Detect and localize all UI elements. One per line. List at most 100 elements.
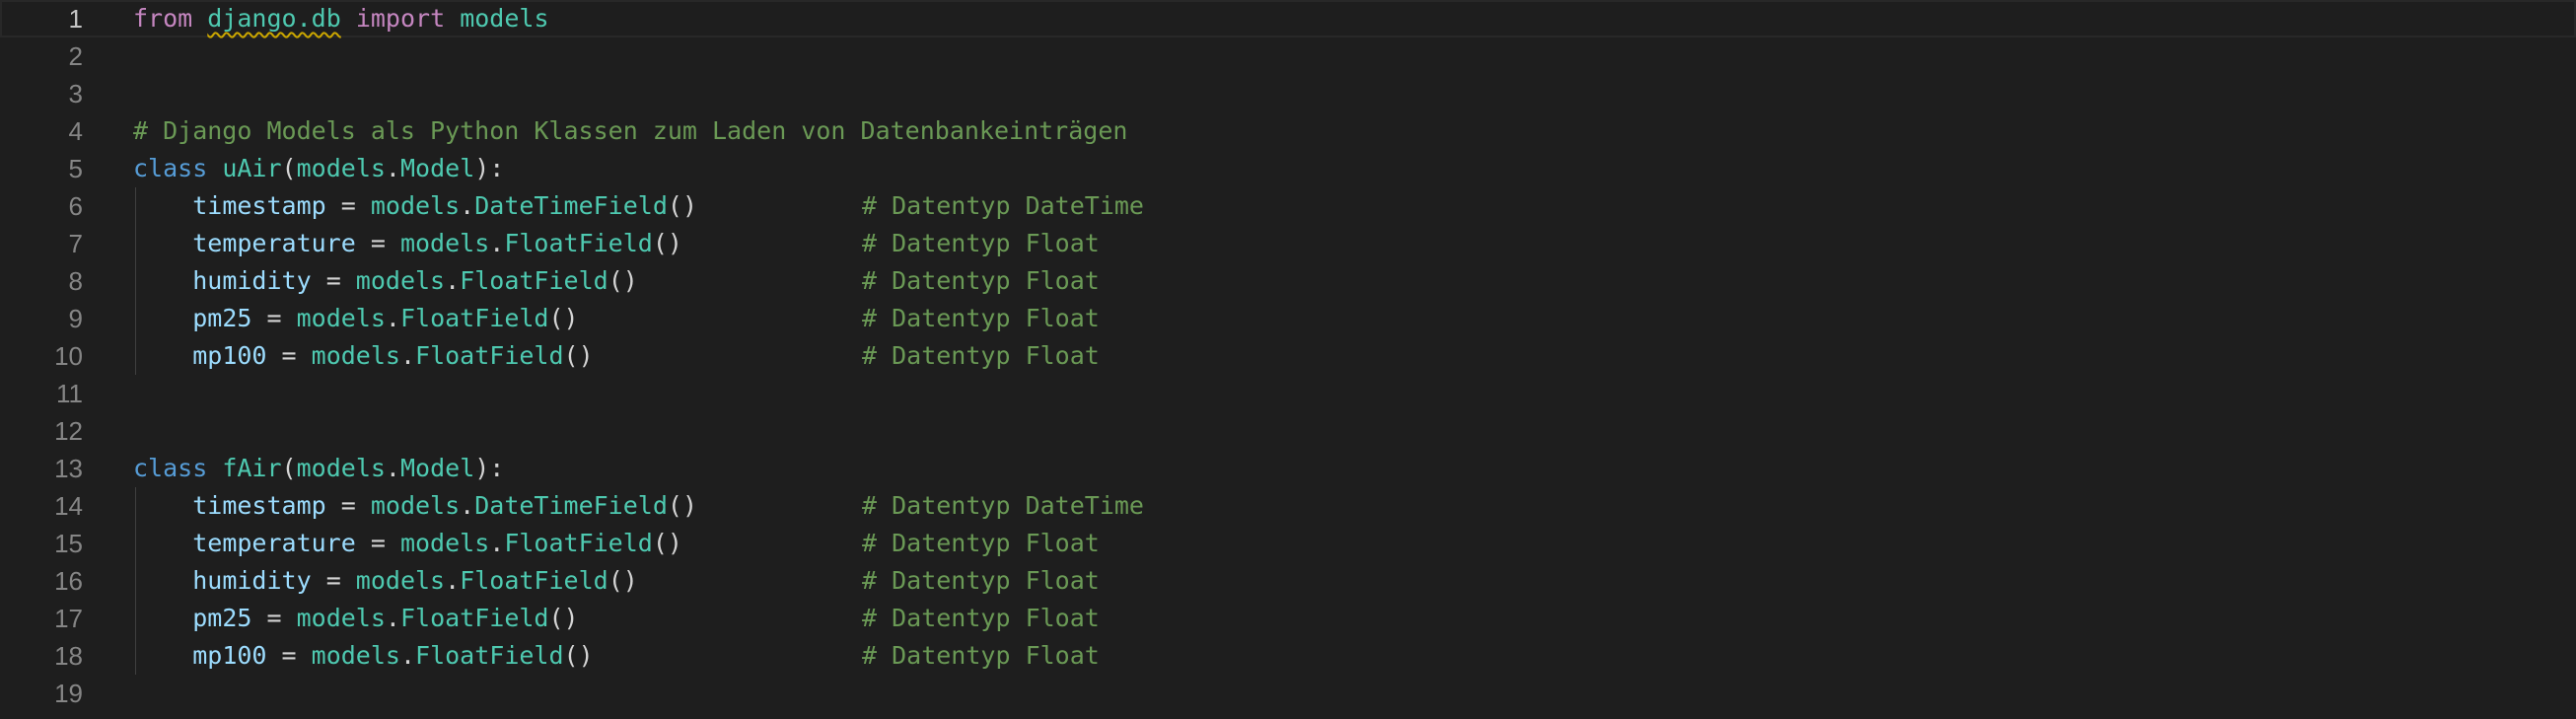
code-line[interactable]: 7 temperature = models.FloatField() # Dat… — [0, 225, 2576, 262]
code-text[interactable]: temperature = models.FloatField() — [133, 525, 682, 562]
code-token: DateTimeField — [474, 491, 668, 520]
code-editor[interactable]: 1 from django.db import models 2 3 4 # Django… — [0, 0, 2576, 719]
inline-comment: # Datentyp Float — [862, 266, 1100, 295]
code-token: . — [399, 341, 416, 370]
code-token: humidity — [192, 266, 312, 295]
code-token: . — [489, 229, 505, 257]
code-token: models — [296, 154, 386, 182]
code-line[interactable]: 13 class fAir(models.Model): — [0, 450, 2576, 487]
code-token: () — [563, 641, 594, 670]
code-token: () — [608, 566, 638, 595]
code-token: ( — [281, 154, 297, 182]
line-number: 15 — [54, 529, 83, 558]
code-token: mp100 — [192, 341, 267, 370]
code-token: . — [385, 454, 400, 482]
code-text[interactable]: # Django Models als Python Klassen zum L… — [133, 112, 1127, 150]
line-number: 3 — [68, 79, 83, 108]
code-token: = — [251, 304, 297, 332]
line-number: 2 — [68, 41, 83, 71]
code-line[interactable]: 17 pm25 = models.FloatField() # Datentyp … — [0, 600, 2576, 637]
code-line[interactable]: 5 class uAir(models.Model): — [0, 150, 2576, 187]
code-text[interactable]: pm25 = models.FloatField() — [133, 300, 579, 337]
code-token: timestamp — [192, 491, 326, 520]
code-text[interactable]: humidity = models.FloatField() — [133, 262, 638, 300]
code-token: () — [548, 304, 579, 332]
inline-comment: # Datentyp Float — [862, 341, 1100, 370]
code-token: = — [266, 341, 312, 370]
code-token: FloatField — [399, 304, 549, 332]
code-text[interactable]: temperature = models.FloatField() — [133, 225, 682, 262]
code-line[interactable]: 9 pm25 = models.FloatField() # Datentyp F… — [0, 300, 2576, 337]
code-token: models — [399, 229, 490, 257]
code-line[interactable]: 14 timestamp = models.DateTimeField() # D… — [0, 487, 2576, 525]
code-line[interactable]: 19 — [0, 675, 2576, 712]
code-token: ): — [474, 154, 505, 182]
code-token: = — [311, 266, 356, 295]
line-number: 5 — [68, 154, 83, 183]
code-token: models — [370, 491, 461, 520]
code-text[interactable]: humidity = models.FloatField() — [133, 562, 638, 600]
code-token: = — [325, 491, 371, 520]
code-line[interactable]: 2 — [0, 37, 2576, 75]
code-line[interactable]: 4 # Django Models als Python Klassen zum … — [0, 112, 2576, 150]
code-token: models — [311, 641, 400, 670]
code-token: . — [460, 191, 475, 220]
code-token: = — [251, 604, 297, 632]
code-line[interactable]: 18 mp100 = models.FloatField() # Datentyp… — [0, 637, 2576, 675]
code-token: models — [296, 604, 386, 632]
code-line[interactable]: 16 humidity = models.FloatField() # Daten… — [0, 562, 2576, 600]
code-token: models — [296, 454, 386, 482]
code-text[interactable]: class uAir(models.Model): — [133, 150, 504, 187]
inline-comment: # Datentyp Float — [862, 604, 1100, 632]
code-line[interactable]: 15 temperature = models.FloatField() # Da… — [0, 525, 2576, 562]
code-token: . — [460, 491, 475, 520]
code-line[interactable]: 11 — [0, 375, 2576, 412]
line-number: 6 — [68, 191, 83, 221]
code-token: = — [355, 529, 400, 557]
code-token: humidity — [192, 566, 312, 595]
code-token: . — [399, 641, 416, 670]
code-token: . — [385, 304, 400, 332]
code-token: = — [325, 191, 371, 220]
line-number: 10 — [54, 341, 83, 371]
code-token: pm25 — [192, 304, 252, 332]
line-number: 13 — [54, 454, 83, 483]
code-text[interactable]: timestamp = models.DateTimeField() — [133, 187, 697, 225]
code-token: DateTimeField — [474, 191, 668, 220]
code-line[interactable]: 12 — [0, 412, 2576, 450]
code-token: () — [667, 491, 697, 520]
code-line[interactable]: 10 mp100 = models.FloatField() # Datentyp… — [0, 337, 2576, 375]
code-line[interactable]: 3 — [0, 75, 2576, 112]
code-text[interactable]: mp100 = models.FloatField() — [133, 637, 594, 675]
code-token: models — [399, 529, 490, 557]
code-text[interactable]: class fAir(models.Model): — [133, 450, 504, 487]
code-token: = — [266, 641, 312, 670]
line-number: 9 — [68, 304, 83, 333]
code-line[interactable]: 6 timestamp = models.DateTimeField() # Da… — [0, 187, 2576, 225]
code-token: FloatField — [504, 229, 653, 257]
code-token: models — [460, 4, 549, 33]
code-token: FloatField — [504, 529, 653, 557]
code-token: models — [355, 266, 446, 295]
code-line[interactable]: 8 humidity = models.FloatField() # Datent… — [0, 262, 2576, 300]
code-token: () — [608, 266, 638, 295]
inline-comment: # Datentyp Float — [862, 566, 1100, 595]
line-number: 14 — [54, 491, 83, 521]
code-text[interactable]: mp100 = models.FloatField() — [133, 337, 593, 375]
code-text[interactable]: pm25 = models.FloatField() — [133, 600, 578, 637]
code-token: . — [385, 604, 400, 632]
code-token: () — [667, 191, 697, 220]
code-text[interactable]: from django.db import models — [133, 0, 549, 37]
line-number: 18 — [54, 641, 83, 671]
code-token: models — [296, 304, 386, 332]
code-line[interactable]: 1 from django.db import models — [0, 0, 2576, 37]
code-token: = — [311, 566, 356, 595]
line-number: 7 — [68, 229, 83, 258]
code-text[interactable]: timestamp = models.DateTimeField() — [133, 487, 697, 525]
